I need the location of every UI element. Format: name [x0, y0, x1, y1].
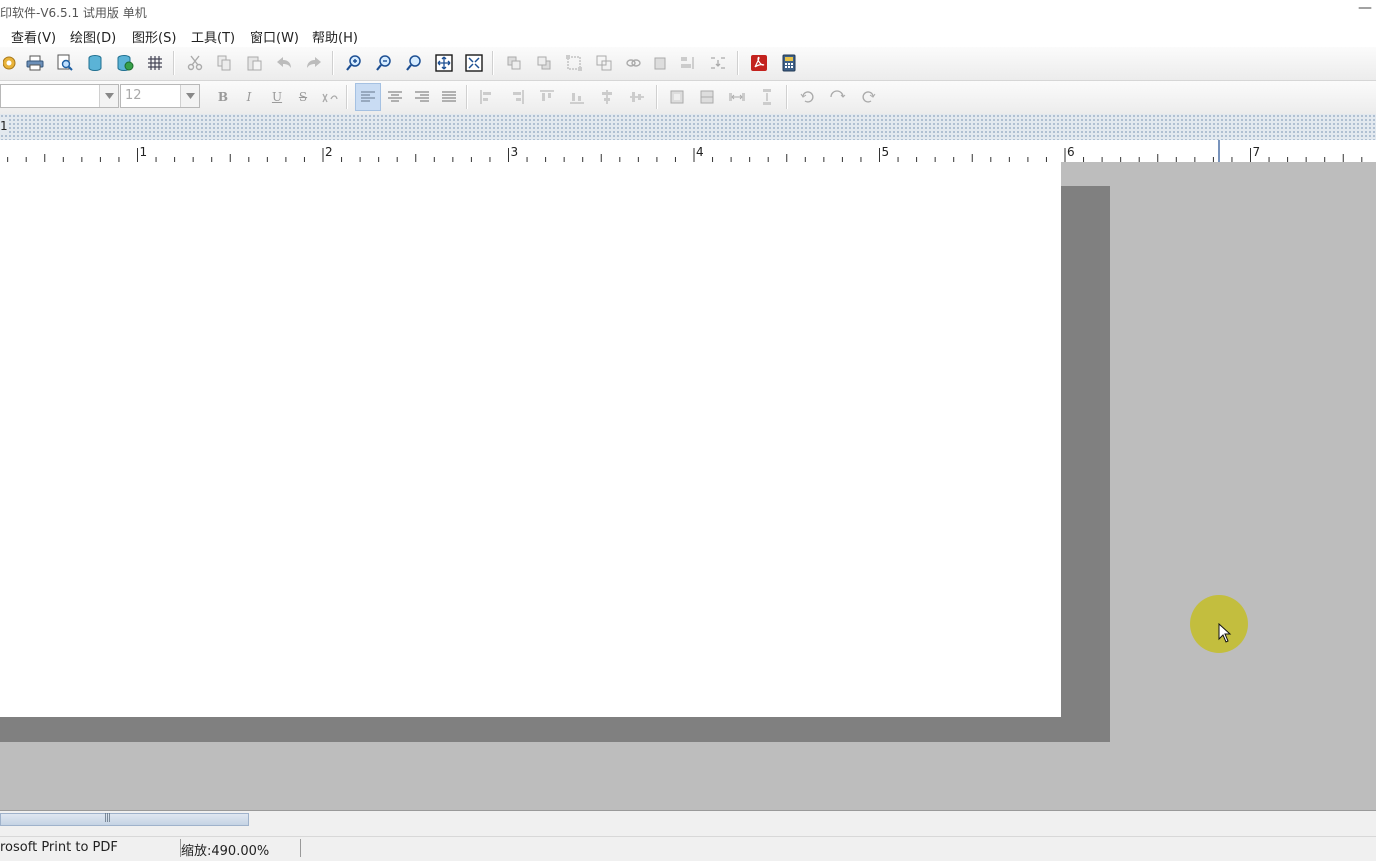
ruler-label: 7: [1253, 145, 1261, 159]
database-connect-icon[interactable]: [114, 52, 136, 74]
ruler-label: 3: [511, 145, 519, 159]
horizontal-scrollbar[interactable]: |||: [0, 810, 1376, 829]
distribute-icon[interactable]: [707, 52, 729, 74]
printer-name: rosoft Print to PDF: [0, 840, 118, 855]
align-top-objects-icon[interactable]: [536, 86, 558, 108]
ungroup-icon[interactable]: [593, 52, 615, 74]
bring-front-icon[interactable]: [503, 52, 525, 74]
grid-icon[interactable]: [144, 52, 166, 74]
status-divider: [300, 839, 301, 857]
scrollbar-grip: |||: [104, 813, 111, 823]
font-size-value: 12: [125, 88, 142, 103]
underline-button[interactable]: U: [266, 86, 288, 108]
ruler-label: 2: [325, 145, 333, 159]
center-horizontal-icon[interactable]: [596, 86, 618, 108]
toolbar-separator: [466, 85, 468, 109]
bold-button[interactable]: B: [212, 86, 234, 108]
toolbar-separator: [346, 85, 348, 109]
mouse-cursor-icon: [1218, 622, 1232, 647]
align-bottom-objects-icon[interactable]: [566, 86, 588, 108]
print-icon[interactable]: [24, 52, 46, 74]
menu-bar: 查看(V) 绘图(D) 图形(S) 工具(T) 窗口(W) 帮助(H): [0, 22, 1376, 47]
status-bar: rosoft Print to PDF 缩放:490.00%: [0, 836, 1376, 861]
main-toolbar: [0, 47, 1376, 81]
format-toolbar: 12 B I U S: [0, 81, 1376, 115]
minimize-button[interactable]: —: [1358, 0, 1372, 16]
align-right-icon[interactable]: [411, 86, 433, 108]
strikethrough-button[interactable]: S: [292, 86, 314, 108]
center-vertical-icon[interactable]: [626, 86, 648, 108]
undo-icon[interactable]: [273, 52, 295, 74]
ruler-ticks: 1 2 3 4 5 6 7: [7, 140, 1363, 162]
space-horizontal-icon[interactable]: [726, 86, 748, 108]
toolbar-separator: [786, 85, 788, 109]
lock-icon[interactable]: [649, 52, 671, 74]
chevron-down-icon[interactable]: [180, 85, 199, 107]
superscript-icon[interactable]: [319, 86, 341, 108]
calculator-icon[interactable]: [778, 52, 800, 74]
italic-button[interactable]: I: [238, 86, 260, 108]
menu-shape[interactable]: 图形(S): [132, 27, 176, 46]
zoom-in-icon[interactable]: [343, 52, 365, 74]
menu-tools[interactable]: 工具(T): [191, 27, 235, 46]
toolbar-separator: [173, 51, 175, 75]
menu-help[interactable]: 帮助(H): [312, 27, 358, 46]
horizontal-ruler: 1 2 3 4 5 6 7: [0, 140, 1376, 163]
align-center-icon[interactable]: [384, 86, 406, 108]
align-left-objects-icon[interactable]: [476, 86, 498, 108]
print-preview-icon[interactable]: [54, 52, 76, 74]
scrollbar-thumb[interactable]: [0, 813, 249, 826]
toolbar-separator: [332, 51, 334, 75]
toolbar-separator: [737, 51, 739, 75]
fit-width-icon[interactable]: [463, 52, 485, 74]
document-tab[interactable]: 1: [0, 119, 8, 133]
toolbar-separator: [492, 51, 494, 75]
label-page[interactable]: [0, 162, 1061, 717]
menu-view[interactable]: 查看(V): [11, 27, 56, 46]
space-vertical-icon[interactable]: [756, 86, 778, 108]
chevron-down-icon[interactable]: [99, 85, 118, 107]
redo-icon[interactable]: [303, 52, 325, 74]
font-size-combo[interactable]: 12: [120, 84, 200, 108]
window-title: 印软件-V6.5.1 试用版 单机: [0, 6, 147, 20]
rotate-right-90-icon[interactable]: [857, 86, 879, 108]
zoom-level: 缩放:490.00%: [181, 844, 270, 859]
ruler-label: 4: [696, 145, 704, 159]
align-objects-icon[interactable]: [677, 52, 699, 74]
design-canvas[interactable]: [0, 162, 1376, 810]
zoom-out-icon[interactable]: [373, 52, 395, 74]
menu-window[interactable]: 窗口(W): [250, 27, 299, 46]
rotate-left-90-icon[interactable]: [797, 86, 819, 108]
link-icon[interactable]: [622, 52, 644, 74]
send-back-icon[interactable]: [533, 52, 555, 74]
pdf-icon[interactable]: [748, 52, 770, 74]
toolbar-separator: [656, 85, 658, 109]
zoom-icon[interactable]: [403, 52, 425, 74]
ruler-label: 6: [1067, 145, 1075, 159]
ruler-label: 5: [882, 145, 890, 159]
settings-gear-icon[interactable]: [0, 52, 22, 74]
group-icon[interactable]: [563, 52, 585, 74]
ruler-label: 1: [140, 145, 148, 159]
database-icon[interactable]: [84, 52, 106, 74]
cut-icon[interactable]: [184, 52, 206, 74]
rotate-180-icon[interactable]: [826, 86, 848, 108]
same-height-icon[interactable]: [696, 86, 718, 108]
align-justify-icon[interactable]: [438, 86, 460, 108]
align-left-icon[interactable]: [355, 83, 381, 111]
align-right-objects-icon[interactable]: [506, 86, 528, 108]
menu-draw[interactable]: 绘图(D): [70, 27, 116, 46]
same-size-icon[interactable]: [666, 86, 688, 108]
copy-icon[interactable]: [213, 52, 235, 74]
fit-page-icon[interactable]: [433, 52, 455, 74]
document-tab-strip: 1: [0, 114, 1376, 142]
font-name-combo[interactable]: [0, 84, 119, 108]
title-bar: 印软件-V6.5.1 试用版 单机 —: [0, 0, 1376, 22]
paste-icon[interactable]: [243, 52, 265, 74]
